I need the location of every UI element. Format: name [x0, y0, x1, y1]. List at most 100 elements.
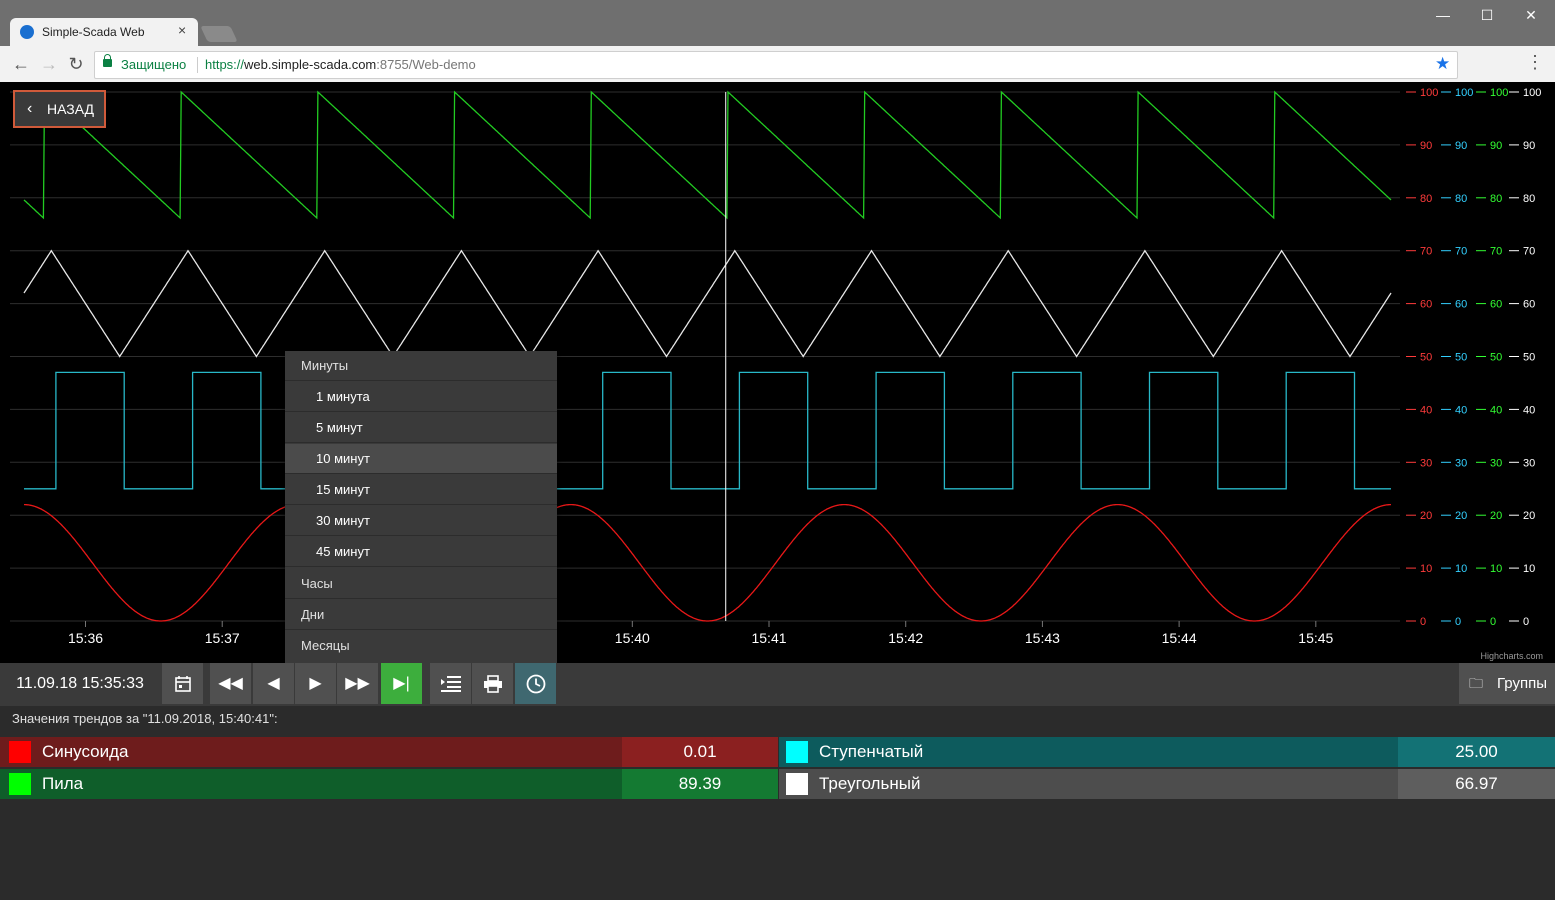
dropdown-option[interactable]: 45 минут [285, 537, 557, 567]
x-tick-label: 15:37 [205, 630, 240, 646]
x-tick-label: 15:40 [615, 630, 650, 646]
reload-icon[interactable]: ↻ [65, 53, 87, 75]
address-bar[interactable]: Защищено https://web.simple-scada.com:87… [94, 51, 1458, 79]
y-tick-label: 20 [1455, 510, 1467, 522]
fast-forward-icon: ▶▶ [345, 675, 370, 692]
y-tick-label: 20 [1420, 510, 1432, 522]
minimize-icon[interactable]: — [1423, 5, 1463, 25]
calendar-button[interactable] [162, 663, 203, 704]
address-separator [197, 57, 198, 73]
print-button[interactable] [472, 663, 513, 704]
y-tick-label: 40 [1490, 404, 1502, 416]
dropdown-group-months[interactable]: Месяцы [285, 631, 557, 661]
y-tick-label: 0 [1523, 616, 1529, 628]
fast-rewind-icon: ◀◀ [218, 675, 243, 692]
maximize-icon[interactable]: ☐ [1467, 5, 1507, 25]
x-tick-label: 15:42 [888, 630, 923, 646]
y-tick-label: 30 [1490, 457, 1502, 469]
trend-chart[interactable]: 15:3615:3715:3815:3915:4015:4115:4215:43… [0, 82, 1555, 663]
highcharts-credit[interactable]: Highcharts.com [1480, 651, 1543, 661]
y-tick-label: 30 [1420, 457, 1432, 469]
bookmark-star-icon[interactable]: ★ [1435, 54, 1450, 74]
forward-arrow-icon[interactable]: → [38, 53, 60, 75]
trend-row-saw[interactable]: Пила 89.39 [0, 769, 778, 799]
y-tick-label: 80 [1420, 193, 1432, 205]
trend-list-button[interactable] [430, 663, 471, 704]
step-back-button[interactable]: ◀ [253, 663, 294, 704]
y-tick-label: 90 [1455, 140, 1467, 152]
list-icon [440, 675, 461, 692]
groups-button[interactable]: 🗀 Группы [1459, 663, 1555, 704]
y-tick-label: 90 [1490, 140, 1502, 152]
trend-value: 25.00 [1455, 742, 1498, 761]
dropdown-option[interactable]: 5 минут [285, 413, 557, 443]
go-to-end-button[interactable]: ▶| [381, 663, 422, 704]
trend-color-swatch [9, 773, 31, 795]
back-arrow-icon[interactable]: ← [10, 53, 32, 75]
y-tick-label: 50 [1523, 352, 1535, 364]
folder-icon: 🗀 [1469, 675, 1483, 691]
trend-value: 89.39 [678, 774, 722, 793]
series-line [24, 503, 1391, 622]
chart-grid [10, 91, 1400, 622]
browser-toolbar: ← → ↻ Защищено https://web.simple-scada.… [0, 46, 1555, 83]
y-tick-label: 10 [1490, 563, 1502, 575]
new-tab-button[interactable] [200, 26, 238, 42]
x-tick-label: 15:41 [751, 630, 786, 646]
dropdown-option[interactable]: 30 минут [285, 506, 557, 536]
url-path: :8755/Web-demo [376, 57, 476, 72]
dropdown-option[interactable]: 1 минута [285, 382, 557, 412]
chart-y-axes: 0102030405060708090100010203040506070809… [1406, 87, 1541, 628]
trend-name: Ступенчатый [819, 742, 924, 761]
y-tick-label: 10 [1523, 563, 1535, 575]
y-tick-label: 0 [1490, 616, 1496, 628]
browser-tab[interactable]: Simple-Scada Web × [10, 18, 198, 46]
trend-row-sine[interactable]: Синусоида 0.01 [0, 737, 778, 767]
step-forward-button[interactable]: ▶ [295, 663, 336, 704]
calendar-icon [174, 675, 191, 692]
groups-label: Группы [1497, 675, 1547, 692]
lock-icon [103, 54, 112, 67]
close-window-icon[interactable]: ✕ [1511, 5, 1551, 25]
url-host: web.simple-scada.com [244, 57, 377, 72]
dropdown-group-minutes[interactable]: Минуты [285, 351, 557, 381]
datetime-display: 11.09.18 15:35:33 [16, 675, 144, 692]
y-tick-label: 10 [1420, 563, 1432, 575]
fast-forward-button[interactable]: ▶▶ [337, 663, 378, 704]
site-favicon-icon [20, 25, 34, 39]
skip-to-end-icon: ▶| [393, 675, 410, 692]
y-tick-label: 100 [1490, 87, 1508, 99]
y-tick-label: 50 [1420, 352, 1432, 364]
y-tick-label: 70 [1523, 246, 1535, 258]
url-text[interactable]: https://web.simple-scada.com:8755/Web-de… [205, 57, 476, 72]
y-tick-label: 80 [1490, 193, 1502, 205]
step-forward-icon: ▶ [309, 675, 322, 692]
trend-name: Синусоида [42, 742, 129, 761]
y-tick-label: 20 [1490, 510, 1502, 522]
browser-menu-icon[interactable]: ⋮ [1526, 52, 1544, 73]
y-tick-label: 0 [1420, 616, 1426, 628]
url-scheme: https:// [205, 57, 245, 72]
secure-label: Защищено [121, 57, 187, 72]
y-tick-label: 40 [1455, 404, 1467, 416]
y-tick-label: 30 [1523, 457, 1535, 469]
y-tick-label: 50 [1490, 352, 1502, 364]
back-button[interactable]: ‹ НАЗАД [13, 90, 106, 128]
series-line [23, 90, 1392, 220]
trend-row-step[interactable]: Ступенчатый 25.00 [779, 737, 1555, 767]
dropdown-option[interactable]: 15 минут [285, 475, 557, 505]
time-range-button[interactable] [515, 663, 556, 704]
x-tick-label: 15:43 [1025, 630, 1060, 646]
y-tick-label: 70 [1455, 246, 1467, 258]
trend-row-triangle[interactable]: Треугольный 66.97 [779, 769, 1555, 799]
tab-title: Simple-Scada Web [42, 25, 145, 39]
y-tick-label: 60 [1420, 299, 1432, 311]
dropdown-group-days[interactable]: Дни [285, 600, 557, 630]
clock-icon [526, 674, 545, 694]
fast-rewind-button[interactable]: ◀◀ [210, 663, 251, 704]
y-tick-label: 50 [1455, 352, 1467, 364]
dropdown-option-selected[interactable]: 10 минут [285, 444, 557, 474]
dropdown-group-hours[interactable]: Часы [285, 569, 557, 599]
tab-close-icon[interactable]: × [178, 22, 186, 38]
y-tick-label: 80 [1523, 193, 1535, 205]
